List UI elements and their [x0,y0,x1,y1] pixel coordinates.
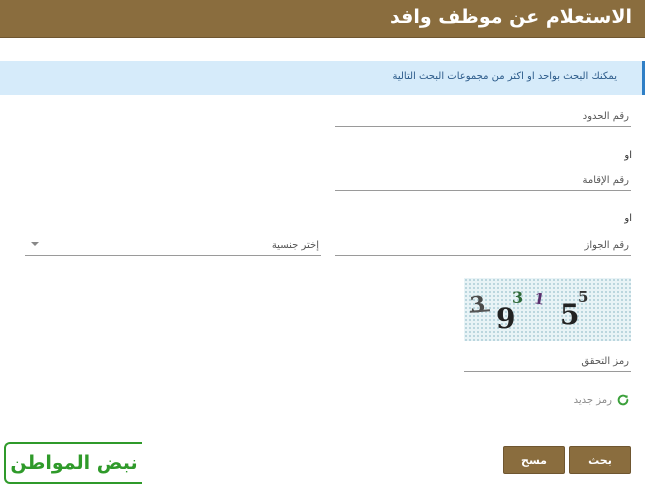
captcha-char-5: 5 [560,298,580,331]
passport-number-field[interactable]: رقم الجواز [335,236,631,256]
or-separator-2: او [624,213,632,224]
nationality-placeholder: إختر جنسية [271,240,319,251]
page-title: الاستعلام عن موظف وافد [389,6,632,28]
border-number-field[interactable]: رقم الحدود [335,107,631,127]
info-banner: يمكنك البحث بواحد او اكثر من مجموعات الب… [0,61,645,95]
passport-number-label: رقم الجواز [584,240,630,251]
captcha-input-label: رمز التحقق [581,356,629,367]
chevron-down-icon [31,242,39,246]
page-header: الاستعلام عن موظف وافد [0,0,645,38]
search-button[interactable]: بحث [569,446,631,474]
or-separator-1: او [624,150,632,161]
captcha-char-1: 3 [468,291,487,319]
logo-text: نبض المواطن [10,452,138,474]
new-captcha-link[interactable]: رمز جديد [574,392,630,408]
captcha-char-3: 3 [512,288,524,307]
new-captcha-label: رمز جديد [573,394,612,406]
nationality-select[interactable]: إختر جنسية [25,236,321,256]
clear-button[interactable]: مسح [503,446,565,474]
watermark-logo: نبض المواطن [4,442,142,484]
border-number-label: رقم الحدود [582,111,629,122]
captcha-char-4: 1 [532,289,546,309]
refresh-icon [617,394,629,406]
iqama-number-label: رقم الإقامة [582,175,629,186]
captcha-input[interactable]: رمز التحقق [464,352,631,372]
iqama-number-field[interactable]: رقم الإقامة [335,171,631,191]
captcha-image: 3 9 3 1 5 5 [464,278,631,341]
captcha-char-6: 5 [578,288,589,306]
info-banner-text: يمكنك البحث بواحد او اكثر من مجموعات الب… [392,71,617,82]
